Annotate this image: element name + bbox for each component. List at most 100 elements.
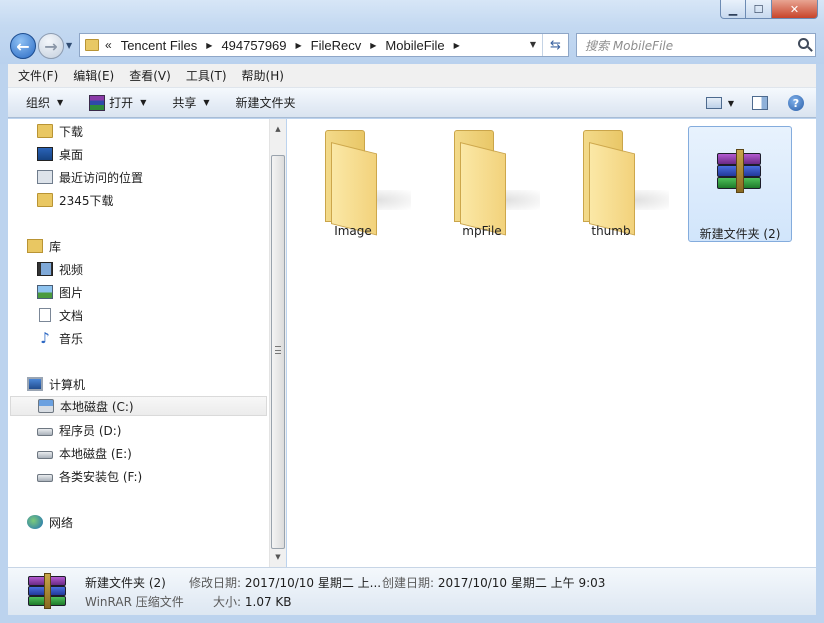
menu-edit[interactable]: 编辑(E)	[68, 67, 119, 84]
menu-file[interactable]: 文件(F)	[13, 67, 63, 84]
help-icon[interactable]: ?	[788, 95, 804, 111]
address-history-dropdown[interactable]: ▼	[530, 40, 536, 49]
created-date-label: 创建日期:	[382, 576, 435, 590]
organize-button[interactable]: 组织 ▼	[18, 91, 71, 115]
nav-item-pictures[interactable]: 图片	[37, 282, 83, 302]
back-button[interactable]: ←	[10, 33, 36, 59]
libraries-icon	[27, 239, 43, 253]
chevron-right-icon[interactable]: ▶	[370, 41, 376, 50]
drive-icon	[37, 451, 53, 459]
open-button[interactable]: 打开 ▼	[81, 91, 154, 115]
navigation-scrollbar[interactable]: ▲ ▼	[269, 119, 286, 567]
download-folder-icon	[37, 124, 53, 138]
chevron-right-icon[interactable]: ▶	[206, 41, 212, 50]
open-label: 打开	[109, 96, 134, 110]
scroll-up-arrow-icon[interactable]: ▲	[270, 121, 286, 137]
nav-item-drive-e[interactable]: 本地磁盘 (E:)	[37, 443, 132, 463]
chevron-right-icon[interactable]: ▶	[296, 41, 302, 50]
scroll-down-arrow-icon[interactable]: ▼	[270, 549, 286, 565]
file-size-label: 大小:	[213, 595, 242, 609]
scrollbar-thumb[interactable]	[271, 155, 285, 549]
nav-item-network[interactable]: 网络	[27, 512, 73, 532]
close-button[interactable]: ✕	[772, 0, 818, 19]
breadcrumb-item[interactable]: MobileFile	[385, 38, 444, 53]
nav-item-desktop[interactable]: 桌面	[37, 144, 83, 164]
menu-tools[interactable]: 工具(T)	[181, 67, 232, 84]
nav-item-recent-places[interactable]: 最近访问的位置	[37, 167, 143, 187]
folder-icon	[37, 193, 53, 207]
file-item-archive[interactable]: 新建文件夹 (2)	[688, 126, 792, 242]
breadcrumb-overflow[interactable]: «	[105, 38, 112, 52]
nav-item-libraries[interactable]: 库	[27, 236, 61, 256]
view-options-dropdown[interactable]: ▼	[728, 99, 734, 108]
drive-icon	[37, 474, 53, 482]
music-icon: ♪	[40, 329, 50, 347]
winrar-icon	[89, 94, 106, 111]
command-bar: 组织 ▼ 打开 ▼ 共享 ▼ 新建文件夹 ▼ ?	[8, 88, 816, 118]
minimize-button[interactable]: ▁	[720, 0, 746, 19]
file-item-mpfile[interactable]: mpFile	[430, 126, 540, 242]
preview-pane-icon[interactable]	[752, 96, 768, 110]
nav-item-label: 本地磁盘 (C:)	[60, 399, 134, 414]
change-view-icon[interactable]	[705, 97, 722, 109]
nav-item-label: 库	[49, 239, 62, 254]
file-list: Image mpFile thumb 新建文件夹 (2)	[287, 119, 816, 567]
breadcrumb-item[interactable]: 494757969	[221, 38, 286, 53]
folder-icon	[85, 39, 99, 51]
nav-item-drive-f[interactable]: 各类安装包 (F:)	[37, 466, 142, 486]
breadcrumb: « Tencent Files ▶ 494757969 ▶ FileRecv ▶…	[105, 38, 469, 53]
maximize-button[interactable]: ☐	[746, 0, 772, 19]
nav-item-downloads[interactable]: 下载	[37, 121, 83, 141]
back-arrow-icon: ←	[16, 36, 30, 56]
system-drive-icon	[38, 399, 54, 413]
file-item-image[interactable]: Image	[301, 126, 411, 242]
nav-item-drive-d[interactable]: 程序员 (D:)	[37, 420, 121, 440]
chevron-right-icon[interactable]: ▶	[454, 41, 460, 50]
share-button[interactable]: 共享 ▼	[164, 91, 217, 115]
recent-pages-dropdown[interactable]: ▼	[66, 41, 72, 50]
nav-item-drive-c[interactable]: 本地磁盘 (C:)	[10, 396, 267, 416]
document-icon	[39, 308, 51, 322]
refresh-icon: ⇆	[550, 37, 561, 53]
search-icon[interactable]	[798, 38, 809, 49]
breadcrumb-item[interactable]: FileRecv	[311, 38, 362, 53]
folder-icon	[325, 130, 411, 236]
nav-item-label: 文档	[59, 308, 84, 323]
breadcrumb-item[interactable]: Tencent Files	[121, 38, 198, 53]
forward-button[interactable]: →	[38, 33, 64, 59]
address-bar[interactable]: « Tencent Files ▶ 494757969 ▶ FileRecv ▶…	[79, 33, 569, 57]
new-folder-button[interactable]: 新建文件夹	[228, 91, 304, 115]
file-item-thumb[interactable]: thumb	[559, 126, 669, 242]
forward-arrow-icon: →	[44, 36, 58, 56]
refresh-button[interactable]: ⇆	[542, 34, 568, 56]
modified-date-label: 修改日期:	[189, 576, 242, 590]
nav-item-label: 2345下载	[59, 193, 114, 208]
menu-view[interactable]: 查看(V)	[124, 67, 176, 84]
window-titlebar: ▁ ☐ ✕ ← → ▼ « Tencent Files ▶ 494757969 …	[0, 0, 824, 64]
details-pane: 新建文件夹 (2) WinRAR 压缩文件 修改日期: 2017/10/10 星…	[8, 567, 816, 615]
nav-item-documents[interactable]: 文档	[37, 305, 83, 325]
nav-item-label: 音乐	[59, 331, 84, 346]
file-name: Image	[334, 224, 372, 238]
nav-item-label: 最近访问的位置	[59, 170, 144, 185]
nav-item-label: 桌面	[59, 147, 84, 162]
computer-icon	[27, 377, 43, 391]
file-name: 新建文件夹 (2)	[699, 227, 781, 241]
nav-item-computer[interactable]: 计算机	[27, 374, 85, 394]
window-controls: ▁ ☐ ✕	[720, 0, 818, 20]
nav-item-music[interactable]: ♪ 音乐	[37, 328, 83, 348]
search-input[interactable]: 搜索 MobileFile	[576, 33, 816, 57]
chevron-down-icon: ▼	[140, 98, 147, 107]
nav-item-2345-downloads[interactable]: 2345下载	[37, 190, 114, 210]
file-size-value: 1.07 KB	[244, 595, 292, 609]
winrar-archive-icon	[28, 573, 68, 609]
folder-icon	[583, 130, 669, 236]
new-folder-label: 新建文件夹	[235, 96, 296, 110]
file-name: thumb	[591, 224, 631, 238]
file-name: mpFile	[462, 224, 502, 238]
video-icon	[37, 262, 53, 276]
nav-item-videos[interactable]: 视频	[37, 259, 83, 279]
menu-help[interactable]: 帮助(H)	[237, 67, 289, 84]
selected-file-type: WinRAR 压缩文件	[85, 595, 184, 609]
network-icon	[27, 515, 43, 529]
